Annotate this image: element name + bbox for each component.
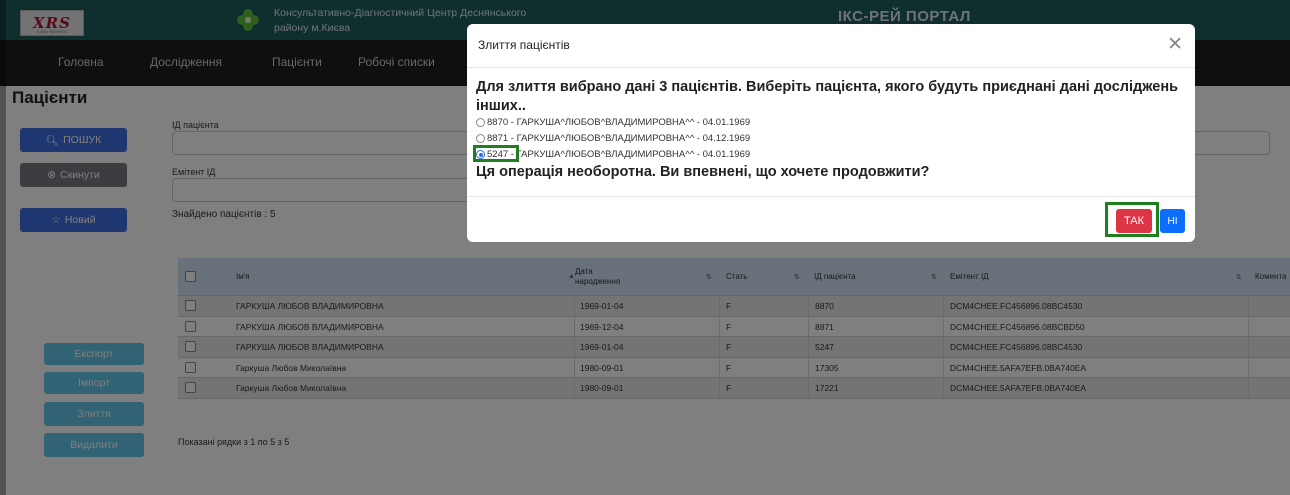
- radio-button[interactable]: [476, 134, 485, 143]
- yes-button-highlight: [1105, 202, 1159, 237]
- confirm-no-button[interactable]: НІ: [1160, 209, 1185, 233]
- option-label: 8871 - ГАРКУША^ЛЮБОВ^ВЛАДИМИРОВНА^^ - 04…: [487, 133, 751, 144]
- dialog-warning: Ця операція необоротна. Ви впевнені, що …: [476, 164, 930, 180]
- dialog-header: Злиття пацієнтів ✕: [467, 24, 1195, 68]
- option-label: 8870 - ГАРКУША^ЛЮБОВ^ВЛАДИМИРОВНА^^ - 04…: [487, 117, 751, 128]
- radio-button[interactable]: [476, 118, 485, 127]
- selected-option-highlight: [473, 145, 519, 162]
- merge-patients-dialog: Злиття пацієнтів ✕ Для злиття вибрано да…: [467, 24, 1195, 242]
- option-label: 5247 - ГАРКУША^ЛЮБОВ^ВЛАДИМИРОВНА^^ - 04…: [487, 149, 751, 160]
- close-icon[interactable]: ✕: [1167, 33, 1183, 55]
- dialog-title: Злиття пацієнтів: [478, 38, 570, 52]
- dialog-question: Для злиття вибрано дані 3 пацієнтів. Виб…: [476, 79, 1179, 114]
- merge-option-8871[interactable]: 8871 - ГАРКУША^ЛЮБОВ^ВЛАДИМИРОВНА^^ - 04…: [476, 133, 750, 144]
- merge-option-8870[interactable]: 8870 - ГАРКУША^ЛЮБОВ^ВЛАДИМИРОВНА^^ - 04…: [476, 117, 750, 128]
- dialog-footer-divider: [467, 196, 1195, 197]
- left-edge-shadow: [0, 0, 6, 495]
